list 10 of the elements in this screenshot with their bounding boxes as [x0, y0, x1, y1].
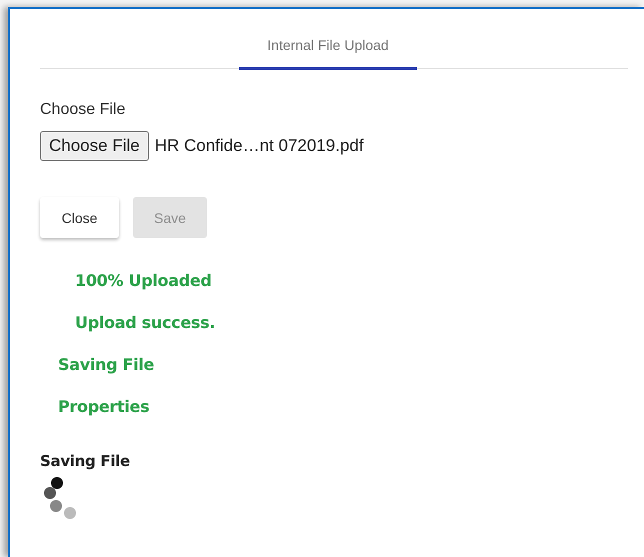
close-button[interactable]: Close [40, 197, 119, 238]
progress-title: Saving File [40, 452, 131, 470]
field-label: Choose File [40, 101, 126, 119]
choose-file-button[interactable]: Choose File [40, 131, 149, 161]
file-name: HR Confide…nt 072019.pdf [154, 136, 364, 156]
tab[interactable]: Internal File Upload [239, 29, 417, 70]
status-message: Properties [57, 397, 150, 416]
status-message: Saving File [57, 355, 156, 374]
status-message: 100% Uploaded [74, 271, 213, 290]
status-message: Upload success. [74, 313, 216, 332]
